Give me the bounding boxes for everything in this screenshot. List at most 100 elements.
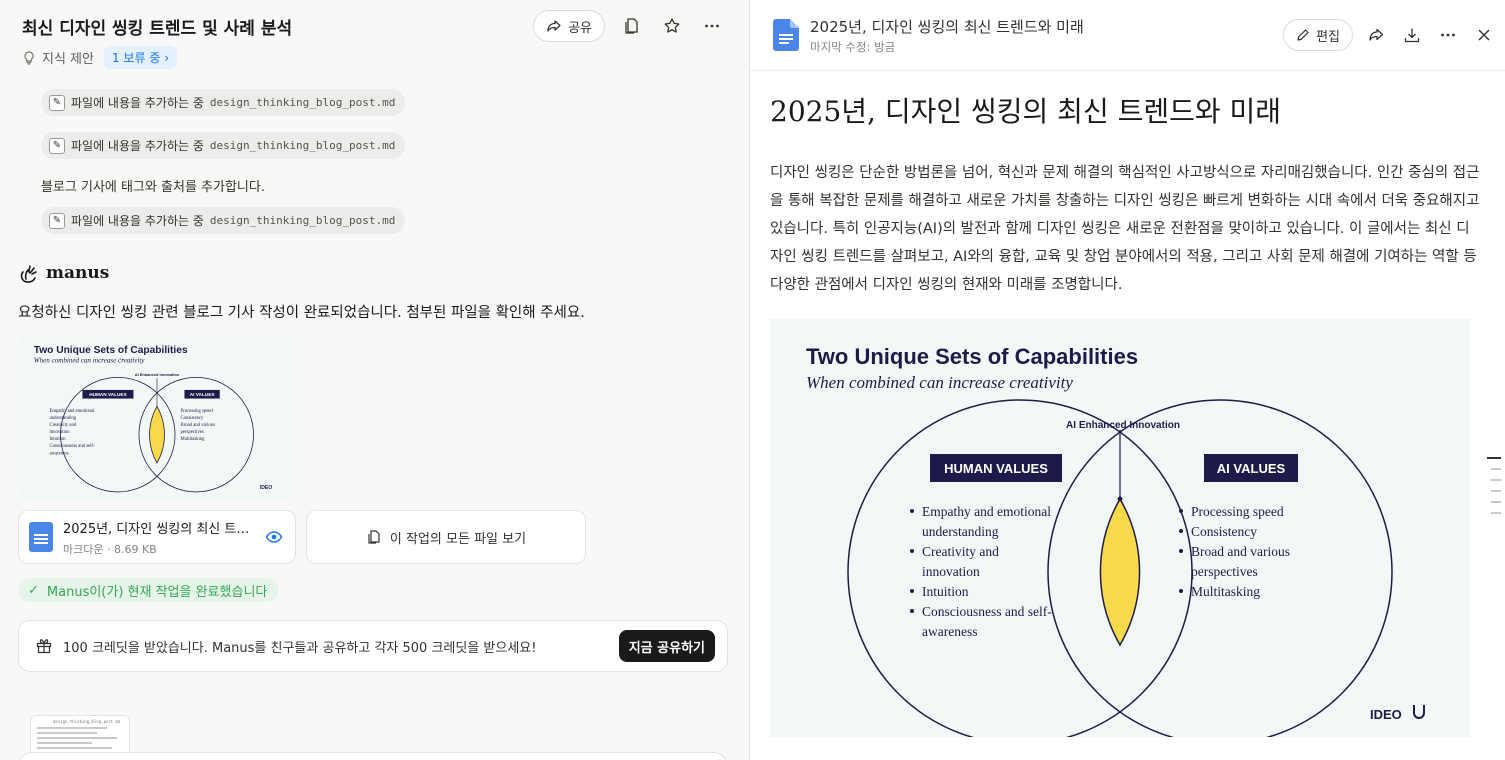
document-paragraph: 디자인 씽킹은 단순한 방법론을 넘어, 혁신과 문제 해결의 핵심적인 사고방… (770, 165, 1480, 293)
agent-header: manus (18, 262, 109, 284)
step-message: 블로그 기사에 태그와 출처를 추가합니다. (41, 180, 265, 195)
view-all-files-button[interactable]: 이 작업의 모든 파일 보기 (306, 510, 586, 564)
bulb-icon (24, 50, 34, 65)
human-value-item: understanding (922, 524, 999, 539)
step-action: 파일에 내용을 추가하는 중 (71, 139, 204, 153)
venn-subtitle: When combined can increase creativity (806, 373, 1073, 392)
knowledge-row: 지식 제안 1 보류 중 › (22, 46, 178, 69)
thumb-subtitle: When combined can increase creativity (34, 356, 145, 364)
google-doc-icon (773, 19, 799, 51)
viewer-header: 2025년, 디자인 씽킹의 최신 트렌드와 미래 마지막 수정: 방금 편집 (750, 0, 1505, 71)
star-icon[interactable] (659, 13, 685, 39)
referral-text: 100 크레딧을 받았습니다. Manus를 친구들과 공유하고 각자 500 … (63, 640, 537, 656)
chat-input[interactable] (18, 752, 728, 760)
scroll-indicator[interactable] (1487, 457, 1501, 523)
step-chip[interactable]: ✎ 파일에 내용을 추가하는 중 design_thinking_blog_po… (41, 132, 406, 159)
thumb-left-label: HUMAN VALUES (89, 392, 126, 397)
edit-file-icon: ✎ (49, 94, 65, 111)
thumb-right-item: Consistency (181, 416, 205, 421)
ai-value-item: Processing speed (1191, 504, 1284, 519)
files-icon (368, 530, 380, 544)
share-icon (547, 20, 561, 32)
thumb-left-item: understanding (49, 416, 76, 421)
attachment-name: 2025년, 디자인 씽킹의 최신 트렌드와 미래 (63, 521, 253, 537)
human-value-item: Empathy and emotional (922, 504, 1051, 519)
venn-diagram-image: Two Unique Sets of Capabilities When com… (770, 319, 1470, 745)
venn-center-label: AI Enhanced Innovation (1066, 420, 1180, 431)
referral-banner: 100 크레딧을 받았습니다. Manus를 친구들과 공유하고 각자 500 … (18, 620, 728, 672)
chat-pane: 최신 디자인 씽킹 트렌드 및 사례 분석 지식 제안 1 보류 중 › 공유 … (0, 0, 749, 760)
ai-value-item: Broad and various (1191, 544, 1290, 559)
document-icon (29, 522, 53, 552)
step-file: design_thinking_blog_post.md (209, 139, 396, 152)
human-value-item: Intuition (922, 584, 969, 599)
attachment-thumbnail[interactable]: Two Unique Sets of Capabilities When com… (18, 335, 296, 499)
task-title: 최신 디자인 씽킹 트렌드 및 사례 분석 (22, 19, 293, 39)
human-value-item: innovation (922, 564, 980, 579)
gift-icon (36, 639, 52, 654)
more-icon[interactable] (699, 13, 725, 39)
human-values-circle (847, 399, 1193, 745)
mini-preview-title: design_thinking_blog_post.md (53, 719, 121, 724)
task-actions: 공유 (533, 10, 725, 42)
viewer-title: 2025년, 디자인 씽킹의 최신 트렌드와 미래 (810, 18, 1084, 36)
download-icon[interactable] (1399, 22, 1425, 48)
check-icon: ✓ (28, 582, 39, 598)
venn-title: Two Unique Sets of Capabilities (806, 344, 1138, 369)
thumb-left-item: Creativity and (49, 423, 76, 428)
edit-label: 편집 (1316, 29, 1340, 45)
share-now-button[interactable]: 지금 공유하기 (618, 630, 715, 662)
step-action: 파일에 내용을 추가하는 중 (71, 96, 204, 110)
attachment-size: 마크다운 · 8.69 KB (63, 542, 157, 556)
thumb-right-label: AI VALUES (190, 392, 215, 397)
pending-badge[interactable]: 1 보류 중 › (103, 46, 178, 69)
share-label: 공유 (568, 20, 592, 36)
thumb-left-item: Consciousness and self- (49, 444, 94, 449)
last-modified: 마지막 수정: 방금 (810, 40, 896, 54)
knowledge-label[interactable]: 지식 제안 (42, 48, 94, 67)
thumb-left-item: Empathy and emotional (49, 409, 94, 414)
step-chip[interactable]: ✎ 파일에 내용을 추가하는 중 design_thinking_blog_po… (41, 89, 406, 116)
step-file: design_thinking_blog_post.md (209, 214, 396, 227)
viewer-actions: 편집 (1283, 19, 1497, 51)
edit-file-icon: ✎ (49, 137, 65, 154)
thumb-title: Two Unique Sets of Capabilities (34, 345, 188, 356)
ideo-u-icon (1413, 705, 1425, 719)
pencil-icon (1297, 29, 1309, 41)
thumb-right-item: Processing speed (181, 409, 214, 414)
task-complete-label: Manus이(가) 현재 작업을 완료했습니다 (46, 584, 268, 600)
human-value-item: Creativity and (922, 544, 999, 559)
thumb-left-item: innovation (49, 430, 70, 435)
thumb-right-item: perspectives (181, 430, 204, 435)
ideo-logo: IDEO (1370, 707, 1402, 722)
step-chip[interactable]: ✎ 파일에 내용을 추가하는 중 design_thinking_blog_po… (41, 207, 406, 234)
more-icon[interactable] (1435, 22, 1461, 48)
manus-logo-icon (20, 265, 37, 283)
ai-value-item: Consistency (1191, 524, 1257, 539)
venn-left-label: HUMAN VALUES (944, 461, 1048, 476)
chevron-right-icon: › (164, 50, 170, 65)
thumb-left-item: awareness (49, 451, 68, 456)
venn-intersection (1099, 497, 1141, 647)
agent-reply: 요청하신 디자인 씽킹 관련 블로그 기사 작성이 완료되었습니다. 첨부된 파… (18, 305, 585, 321)
human-value-item: Consciousness and self- (922, 604, 1052, 619)
step-action: 파일에 내용을 추가하는 중 (71, 214, 204, 228)
thumb-center-label: AI Enhanced Innovation (135, 372, 180, 377)
preview-eye-icon[interactable] (263, 526, 285, 548)
thumb-left-item: Intuition (49, 437, 66, 442)
share-icon[interactable] (1363, 22, 1389, 48)
agent-name: manus (46, 263, 110, 283)
thumb-right-item: Multitasking (181, 437, 206, 442)
close-icon[interactable] (1471, 22, 1497, 48)
thumb-right-item: Broad and various (181, 423, 216, 428)
step-file: design_thinking_blog_post.md (209, 96, 396, 109)
thumb-brand: IDEO (260, 485, 272, 491)
files-icon[interactable] (619, 13, 645, 39)
share-button[interactable]: 공유 (533, 10, 605, 42)
view-all-files-label: 이 작업의 모든 파일 보기 (389, 531, 527, 547)
document-viewer: 2025년, 디자인 씽킹의 최신 트렌드와 미래 마지막 수정: 방금 편집 … (750, 0, 1505, 760)
human-value-item: awareness (922, 624, 977, 639)
attachment-card[interactable]: 2025년, 디자인 씽킹의 최신 트렌드와 미래 마크다운 · 8.69 KB (18, 510, 296, 564)
venn-right-label: AI VALUES (1217, 461, 1286, 476)
edit-button[interactable]: 편집 (1283, 19, 1353, 51)
